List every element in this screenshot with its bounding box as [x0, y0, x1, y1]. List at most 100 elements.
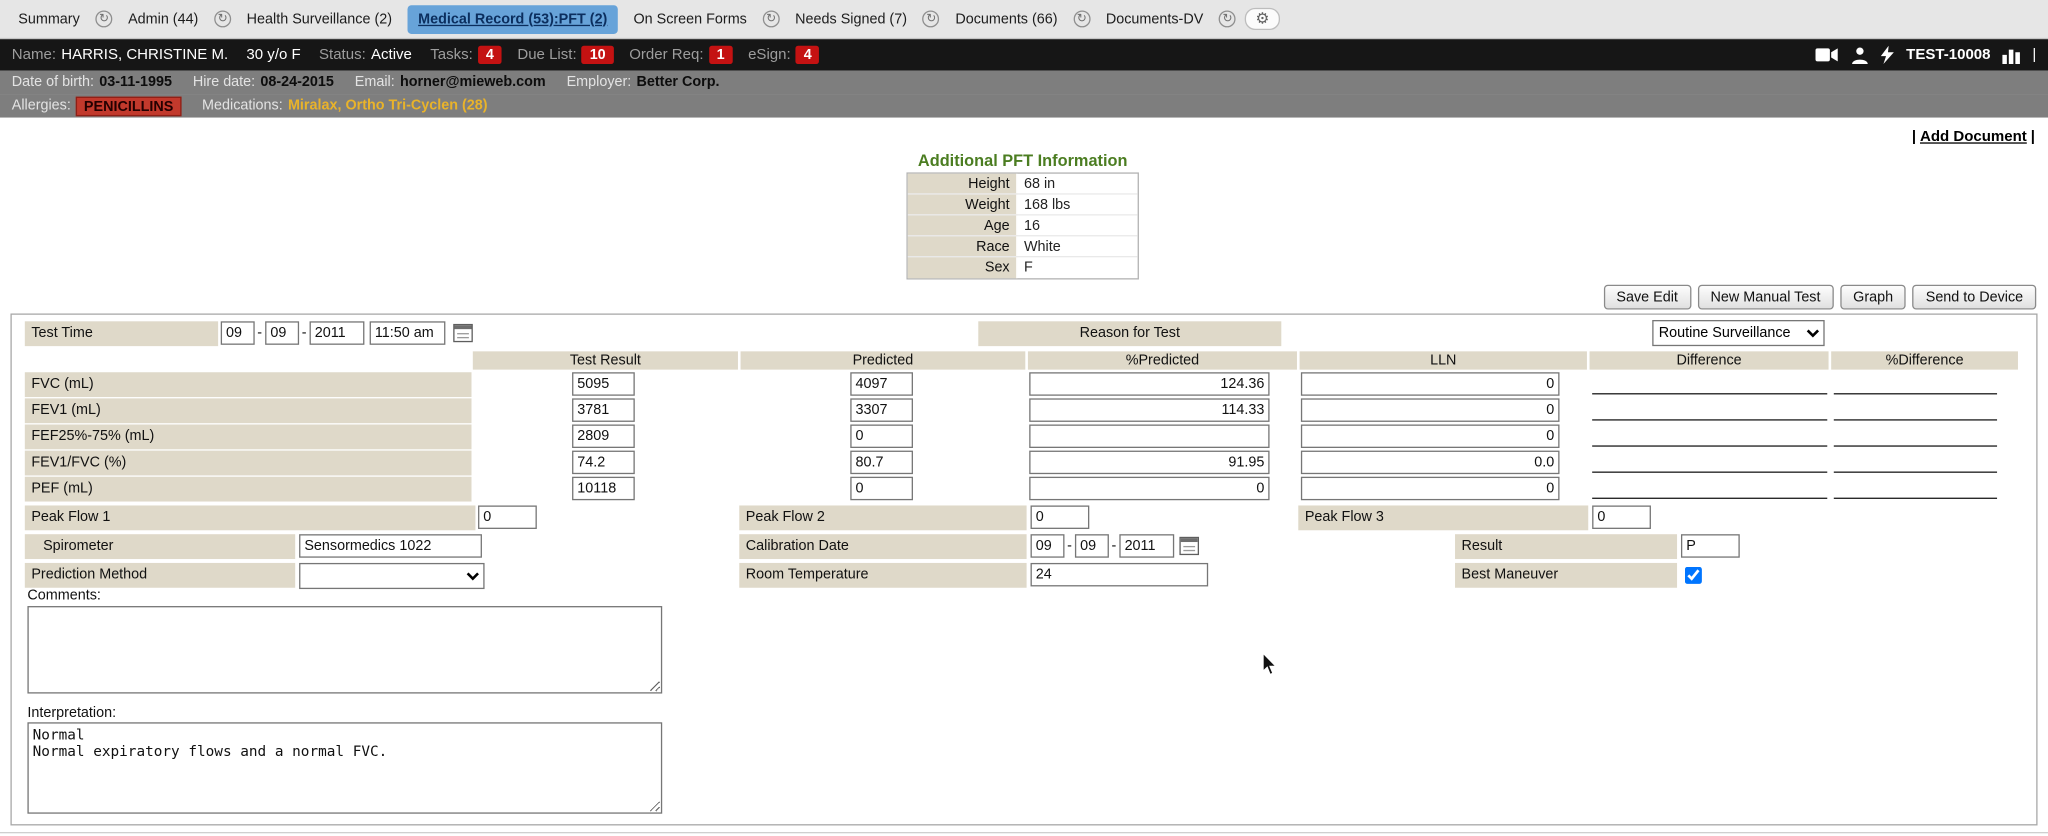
race-value: White: [1017, 236, 1137, 256]
order-req-count-badge[interactable]: 1: [709, 46, 733, 64]
email-label: Email:: [355, 74, 395, 90]
pipe: |: [2031, 129, 2035, 145]
new-manual-test-button[interactable]: New Manual Test: [1697, 285, 1833, 310]
room-temperature-input[interactable]: [1031, 563, 1209, 587]
esign-label[interactable]: eSign:: [748, 47, 791, 63]
fev1-test-result-input[interactable]: [572, 398, 635, 422]
fev1-fvc-test-result-input[interactable]: [572, 451, 635, 475]
test-time-month-input[interactable]: [221, 321, 255, 345]
send-to-device-button[interactable]: Send to Device: [1913, 285, 2037, 310]
bottom-divider: [0, 832, 2048, 833]
date-separator: -: [1112, 534, 1117, 559]
best-maneuver-label: Best Maneuver: [1455, 563, 1677, 588]
best-maneuver-checkbox[interactable]: [1685, 567, 1702, 584]
gear-icon[interactable]: ⚙: [1245, 8, 1280, 30]
interpretation-textarea[interactable]: Normal Normal expiratory flows and a nor…: [27, 722, 662, 813]
reason-for-test-label: Reason for Test: [978, 321, 1281, 346]
fev1-fvc-pct-predicted-input[interactable]: [1029, 451, 1269, 475]
peak-flow-2-input[interactable]: [1031, 505, 1090, 529]
allergy-badge[interactable]: PENICILLINS: [76, 96, 181, 116]
fvc-lln-input[interactable]: [1301, 372, 1560, 396]
fev1-difference-line: [1592, 419, 1827, 420]
result-input[interactable]: [1681, 534, 1740, 558]
calibration-year-input[interactable]: [1119, 534, 1174, 558]
fvc-pct-predicted-input[interactable]: [1029, 372, 1269, 396]
esign-count-badge[interactable]: 4: [796, 46, 820, 64]
calibration-day-input[interactable]: [1075, 534, 1109, 558]
tab-documents-dv[interactable]: Documents-DV: [1099, 6, 1209, 32]
pef-pct-predicted-input[interactable]: [1029, 477, 1269, 501]
save-edit-button[interactable]: Save Edit: [1603, 285, 1691, 310]
separator-pipe: |: [2032, 47, 2036, 63]
peak-flow-3-input[interactable]: [1592, 505, 1651, 529]
tab-on-screen-forms[interactable]: On Screen Forms: [627, 6, 753, 32]
test-time-label: Test Time: [25, 321, 218, 346]
tab-medical-record-pft[interactable]: Medical Record (53):PFT (2): [408, 5, 618, 34]
status-value: Active: [371, 47, 412, 63]
additional-pft-info: Additional PFT Information Height68 in W…: [906, 152, 1138, 280]
lightning-icon[interactable]: [1881, 46, 1894, 64]
fev1-pct-difference-line: [1834, 419, 1997, 420]
fev1-pct-predicted-input[interactable]: [1029, 398, 1269, 422]
peak-flow-1-input[interactable]: [478, 505, 537, 529]
interpretation-label: Interpretation:: [27, 705, 116, 721]
result-label: Result: [1455, 534, 1677, 559]
refresh-icon[interactable]: ↻: [763, 10, 780, 27]
tab-admin[interactable]: Admin (44): [122, 6, 205, 32]
tab-summary[interactable]: Summary: [12, 6, 87, 32]
person-icon[interactable]: [1851, 46, 1869, 63]
refresh-icon[interactable]: ↻: [95, 10, 112, 27]
pef-lln-input[interactable]: [1301, 477, 1560, 501]
status-label: Status:: [319, 47, 366, 63]
add-document-link[interactable]: Add Document: [1920, 129, 2027, 145]
tasks-label[interactable]: Tasks:: [430, 47, 473, 63]
refresh-icon[interactable]: ↻: [923, 10, 940, 27]
date-separator: -: [257, 321, 262, 346]
calibration-month-input[interactable]: [1031, 534, 1065, 558]
bar-chart-icon[interactable]: [2002, 46, 2020, 63]
fef-pct-predicted-input[interactable]: [1029, 424, 1269, 448]
reason-for-test-select[interactable]: Routine Surveillance: [1652, 320, 1824, 346]
test-time-day-input[interactable]: [265, 321, 299, 345]
refresh-icon[interactable]: ↻: [1073, 10, 1090, 27]
test-time-clock-input[interactable]: [370, 321, 446, 345]
pef-pct-difference-line: [1834, 498, 1997, 499]
weight-value: 168 lbs: [1017, 195, 1137, 215]
row-label-fef25-75: FEF25%-75% (mL): [25, 424, 472, 449]
pef-test-result-input[interactable]: [572, 477, 635, 501]
allergy-bar: Allergies: PENICILLINS Medications: Mira…: [0, 94, 2048, 118]
comments-textarea[interactable]: [27, 606, 662, 694]
sex-label: Sex: [908, 257, 1018, 278]
due-list-count-badge[interactable]: 10: [582, 46, 614, 64]
calendar-icon[interactable]: [1179, 537, 1199, 555]
order-req-label[interactable]: Order Req:: [629, 47, 703, 63]
refresh-icon[interactable]: ↻: [214, 10, 231, 27]
fef-predicted-input[interactable]: [850, 424, 913, 448]
fev1-fvc-lln-input[interactable]: [1301, 451, 1560, 475]
fef-test-result-input[interactable]: [572, 424, 635, 448]
allergies-label: Allergies:: [12, 98, 71, 114]
spirometer-input[interactable]: [299, 534, 482, 558]
tab-health-surveillance[interactable]: Health Surveillance (2): [240, 6, 398, 32]
video-camera-icon[interactable]: [1816, 47, 1840, 63]
due-list-label[interactable]: Due List:: [517, 47, 576, 63]
fev1-lln-input[interactable]: [1301, 398, 1560, 422]
fev1-fvc-predicted-input[interactable]: [850, 451, 913, 475]
tab-documents[interactable]: Documents (66): [949, 6, 1064, 32]
fvc-test-result-input[interactable]: [572, 372, 635, 396]
fvc-predicted-input[interactable]: [850, 372, 913, 396]
fef-lln-input[interactable]: [1301, 424, 1560, 448]
fev1-predicted-input[interactable]: [850, 398, 913, 422]
pef-predicted-input[interactable]: [850, 477, 913, 501]
test-time-year-input[interactable]: [310, 321, 365, 345]
refresh-icon[interactable]: ↻: [1219, 10, 1236, 27]
graph-button[interactable]: Graph: [1840, 285, 1906, 310]
calendar-icon[interactable]: [453, 324, 473, 342]
tab-needs-signed[interactable]: Needs Signed (7): [789, 6, 914, 32]
patient-bar: Name: HARRIS, CHRISTINE M. 30 y/o F Stat…: [0, 39, 2048, 70]
comments-label: Comments:: [27, 588, 100, 604]
medications-value[interactable]: Miralax, Ortho Tri-Cyclen (28): [288, 98, 488, 114]
tasks-count-badge[interactable]: 4: [478, 46, 502, 64]
fef-pct-difference-line: [1834, 445, 1997, 446]
prediction-method-select[interactable]: [299, 563, 484, 589]
